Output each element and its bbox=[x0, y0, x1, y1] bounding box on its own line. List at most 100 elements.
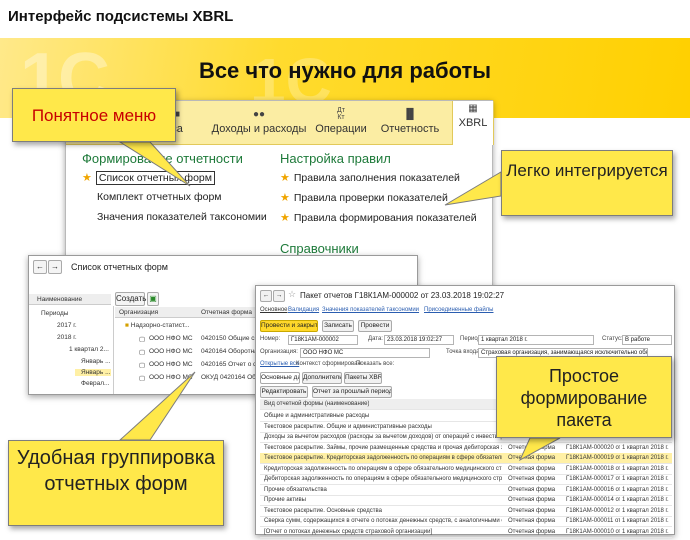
create-button[interactable]: Создать bbox=[115, 292, 146, 306]
menu-link[interactable]: ★ Правила формирования показателей bbox=[280, 211, 477, 224]
menu-link[interactable]: ★ Список отчетных форм bbox=[82, 171, 215, 185]
refresh-icon[interactable]: ▣ bbox=[147, 292, 159, 306]
table-row[interactable]: Дебиторская задолженность по операциям в… bbox=[260, 474, 672, 485]
back-button[interactable]: ← bbox=[260, 290, 272, 302]
forward-button[interactable]: → bbox=[273, 290, 285, 302]
menu-link[interactable]: Комплект отчетных форм bbox=[97, 191, 222, 203]
table-row[interactable]: Прочие активы Отчетная форма Г18К1АМ-00001… bbox=[260, 495, 672, 506]
context-check[interactable]: Контекст сформирован bbox=[296, 361, 361, 367]
page-header-title: Интерфейс подсистемы XBRL bbox=[8, 8, 234, 25]
section-item-operations[interactable]: Дт Кт Операции bbox=[311, 107, 371, 135]
show-all-check[interactable]: Показать все: bbox=[356, 361, 394, 367]
bar-chart-icon: ▐▌ bbox=[402, 109, 418, 120]
table-row[interactable]: Кредиторская задолженность по операциям … bbox=[260, 464, 672, 475]
callout-integrate: Легко интегрируется bbox=[501, 150, 673, 216]
row-name: Дебиторская задолженность по операциям в… bbox=[264, 476, 502, 482]
row-form[interactable]: 0420164 Оборотная в bbox=[201, 348, 259, 355]
menu-link[interactable]: Значения показателей таксономии bbox=[97, 211, 267, 223]
org-label: Организация: bbox=[260, 349, 298, 355]
banner-headline: Все что нужно для работы bbox=[198, 58, 492, 83]
tree-item[interactable]: 2018 г. bbox=[57, 334, 77, 341]
row-name: Текстовое раскрытие. Займы, прочие разме… bbox=[264, 444, 502, 451]
tree-item[interactable]: 2017 г. bbox=[57, 322, 77, 329]
forward-button[interactable]: → bbox=[48, 260, 62, 274]
row-name: Прочие активы bbox=[264, 497, 306, 503]
row-period: 1 квартал 2018 г. bbox=[622, 518, 669, 524]
folder-label: Надзорно-статист... bbox=[130, 322, 190, 329]
entry-point-label: Точка входа: bbox=[446, 349, 482, 355]
section-item-xbrl[interactable]: ▦ XBRL bbox=[452, 101, 494, 145]
date-field[interactable]: 23.03.2018 19:02:27 bbox=[384, 335, 454, 345]
open-all-link[interactable]: Открытые все bbox=[260, 361, 299, 367]
row-org[interactable]: ООО НФО МС bbox=[149, 361, 193, 368]
menu-link[interactable]: ★ Правила заполнения показателей bbox=[280, 171, 460, 184]
post-button[interactable]: Провести bbox=[358, 320, 392, 332]
period-select[interactable]: 1 квартал 2018 г. bbox=[478, 335, 594, 345]
tree-item-selected[interactable]: Январь ... bbox=[75, 369, 111, 376]
row-org[interactable]: ООО НФО МС bbox=[149, 348, 193, 355]
tree-item[interactable]: Периоды bbox=[41, 310, 68, 317]
row-name: Кредиторская задолженность по операциям … bbox=[264, 465, 502, 472]
status-select[interactable]: В работе bbox=[622, 335, 672, 345]
org-field[interactable]: ООО НФО МС bbox=[300, 348, 430, 358]
row-type: Отчетная форма bbox=[508, 476, 556, 482]
row-period: 1 квартал 2018 г. bbox=[622, 528, 669, 535]
menu-link[interactable]: ★ Правила проверки показателей bbox=[280, 191, 448, 204]
section-label: Операции bbox=[315, 123, 367, 135]
tree-item[interactable]: Январь ... bbox=[81, 358, 111, 365]
row-org[interactable]: ООО НФО МС bbox=[149, 335, 193, 342]
tab-validation[interactable]: Валидация bbox=[288, 307, 319, 313]
menu-link-label: Список отчетных форм bbox=[95, 171, 215, 185]
save-button[interactable]: Записать bbox=[322, 320, 354, 332]
row-code: Г18К1АМ-000019 от 03.0... bbox=[566, 455, 620, 461]
row-period: 1 квартал 2018 г. bbox=[622, 486, 669, 493]
tree-item[interactable]: Феврал... bbox=[81, 380, 109, 387]
row-org[interactable]: ООО НФО МС bbox=[149, 374, 193, 381]
section-label: Доходы и расходы bbox=[211, 123, 307, 135]
star-icon: ★ bbox=[280, 212, 290, 224]
row-code: Г18К1АМ-000012 от 03.0... bbox=[566, 507, 620, 514]
dt-kt-icon: Дт Кт bbox=[337, 107, 345, 121]
row-period: 1 квартал 2018 г. bbox=[622, 476, 669, 482]
coins-icon: ●● bbox=[252, 109, 266, 120]
back-button[interactable]: ← bbox=[33, 260, 47, 274]
subtab-additional[interactable]: Дополнительно bbox=[302, 372, 342, 384]
tab-main[interactable]: Основное bbox=[260, 307, 288, 313]
window-title: Список отчетных форм bbox=[71, 262, 168, 272]
row-code: Г18К1АМ-000016 от 03.0... bbox=[566, 486, 620, 493]
star-icon[interactable]: ☆ bbox=[288, 289, 296, 300]
row-form[interactable]: 0420165 Отчет о фин bbox=[201, 361, 259, 368]
tree-item[interactable]: 1 квартал 2... bbox=[69, 346, 109, 353]
table-row[interactable]: Текстовое раскрытие. Основные средства От… bbox=[260, 506, 672, 517]
number-field[interactable]: Г18К1АМ-000002 bbox=[288, 335, 358, 345]
row-form[interactable]: 0420150 Общие свед bbox=[201, 335, 259, 342]
table-row[interactable]: Текстовое раскрытие. Займы, прочие разме… bbox=[260, 443, 672, 454]
table-row[interactable]: Сверка сумм, содержащихся в отчете о пот… bbox=[260, 516, 672, 527]
star-icon: ★ bbox=[82, 172, 92, 184]
subtab-main-data[interactable]: Основные данные bbox=[260, 372, 300, 384]
edit-button[interactable]: Редактировать bbox=[260, 386, 308, 398]
row-type: Отчетная форма bbox=[508, 444, 556, 451]
prev-period-report-button[interactable]: Отчет за прошлый период bbox=[312, 386, 392, 398]
row-code: Г18К1АМ-000014 от 03.0... bbox=[566, 497, 620, 503]
folder-row[interactable]: ■ Надзорно-статист... bbox=[125, 322, 205, 329]
subtab-xbrl-packages[interactable]: Пакеты XBRL bbox=[344, 372, 382, 384]
tab-attached-files[interactable]: Присоединенные файлы bbox=[424, 307, 494, 313]
section-item-income[interactable]: ●● Доходы и расходы bbox=[204, 107, 314, 135]
table-row[interactable]: Текстовое раскрытие. Кредиторская задолж… bbox=[260, 453, 672, 464]
section-item-reporting[interactable]: ▐▌ Отчетность bbox=[376, 107, 444, 135]
table-row[interactable]: Прочие обязательства Отчетная форма Г18К1А… bbox=[260, 485, 672, 496]
row-period: 1 квартал 2018 г. bbox=[622, 497, 669, 503]
row-form[interactable]: ОКУД 0420164 Оборо bbox=[201, 374, 259, 381]
tab-taxonomy-values[interactable]: Значения показателей таксономии bbox=[322, 307, 419, 313]
row-type: Отчетная форма bbox=[508, 455, 556, 461]
row-period: 1 квартал 2018 г. bbox=[622, 455, 669, 461]
table-row[interactable]: [Отчет о потоках денежных средств страхо… bbox=[260, 527, 672, 538]
row-period: 1 квартал 2018 г. bbox=[622, 465, 669, 472]
number-label: Номер: bbox=[260, 336, 281, 342]
post-and-close-button[interactable]: Провести и закрыть bbox=[260, 320, 318, 332]
row-type: Отчетная форма bbox=[508, 518, 556, 524]
row-period: 1 квартал 2018 г. bbox=[622, 507, 669, 514]
row-code: Г18К1АМ-000011 от 03.0... bbox=[566, 518, 620, 524]
callout-menu: Понятное меню bbox=[12, 88, 176, 142]
